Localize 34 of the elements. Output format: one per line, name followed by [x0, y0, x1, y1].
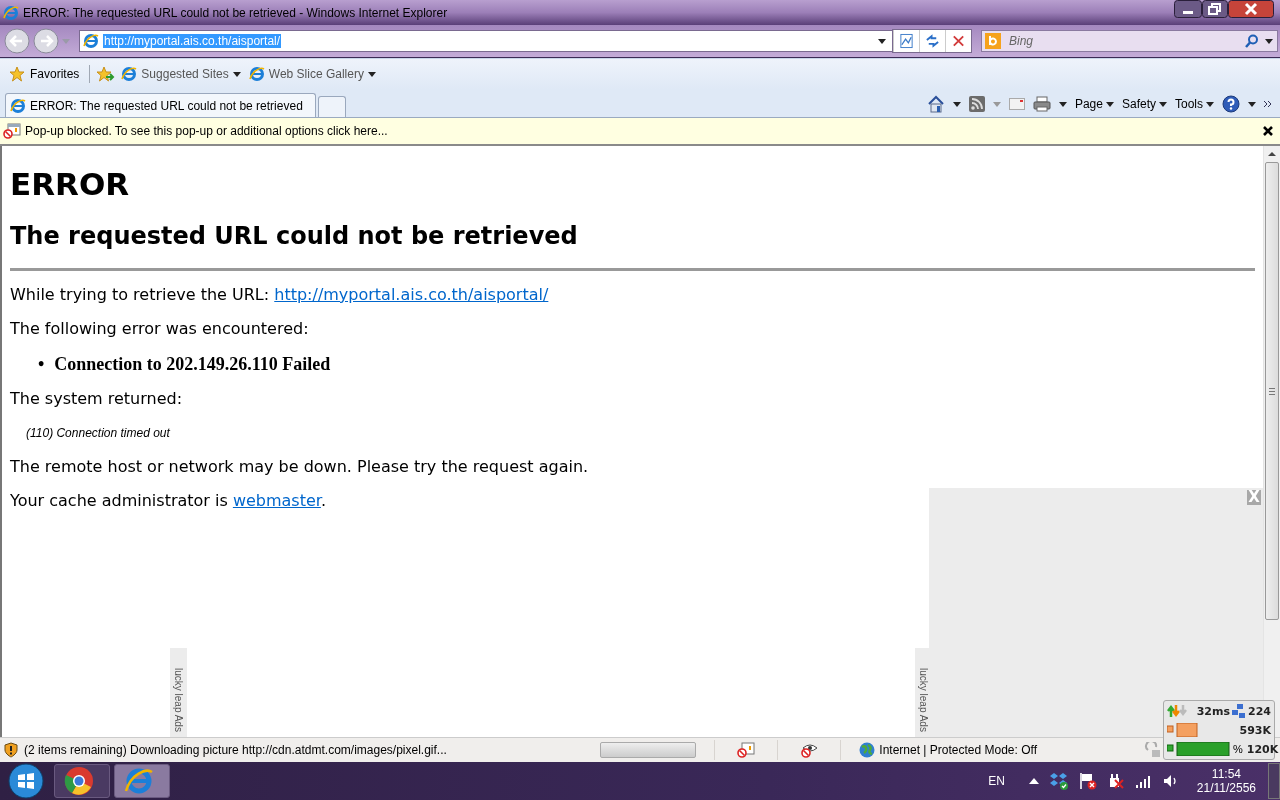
link[interactable]: http://myportal.ais.co.th/aisportal/ — [274, 285, 549, 304]
ad-label: lucky leap Ads — [173, 668, 184, 734]
popup-blocked-message[interactable]: Pop-up blocked. To see this pop-up or additional options click here... — [3, 123, 388, 139]
latency-value: 32ms — [1196, 704, 1231, 718]
favorites-button[interactable]: Favorites — [6, 64, 83, 84]
paragraph: The system returned: — [10, 389, 184, 409]
ad-label: lucky leap Ads — [918, 668, 929, 734]
browser-tab[interactable]: ERROR: The requested URL could not be retrieved — [5, 93, 316, 117]
language-indicator[interactable]: EN — [988, 774, 1005, 788]
error-message: (110) Connection timed out — [25, 425, 171, 442]
search-field[interactable]: Bing — [1007, 33, 1239, 49]
paragraph: The remote host or network may be down. Please try the request again. — [10, 457, 590, 477]
bullet-icon: • — [38, 353, 45, 375]
search-box[interactable]: Bing — [981, 30, 1278, 52]
clock-date[interactable]: 21/11/2556 — [1196, 781, 1256, 795]
menu-button[interactable]: Page — [1074, 97, 1114, 111]
traffic-value: 120K — [1246, 742, 1279, 756]
list-item: Connection to 202.149.26.110 Failed — [54, 353, 331, 375]
page-subheading: The requested URL could not be retrieved — [10, 222, 579, 250]
menu-button[interactable]: Safety — [1121, 97, 1167, 111]
paragraph: While trying to retrieve the URL: http://myportal.ais.co.th/aisportal/ — [10, 285, 550, 305]
favorites-link[interactable]: Web Slice Gallery — [246, 64, 378, 84]
memory-value: 593K — [1239, 723, 1271, 737]
percent-sign: % — [1233, 743, 1243, 755]
menu-button[interactable]: Tools — [1175, 97, 1214, 111]
security-zone[interactable]: Internet | Protected Mode: Off — [859, 742, 1037, 758]
connection-count: 224 — [1248, 704, 1271, 718]
page-heading: ERROR — [10, 166, 131, 202]
paragraph: The following error was encountered: — [10, 319, 310, 339]
link[interactable]: webmaster — [232, 491, 321, 510]
window-title: ERROR: The requested URL could not be retrieved - Windows Internet Explorer — [23, 5, 448, 20]
clock-time[interactable]: 11:54 — [1211, 767, 1241, 781]
favorites-link[interactable]: Suggested Sites — [119, 64, 243, 84]
status-text: (2 items remaining) Downloading picture http://cdn.atdmt.com/images/pixel.gif... — [24, 743, 447, 757]
